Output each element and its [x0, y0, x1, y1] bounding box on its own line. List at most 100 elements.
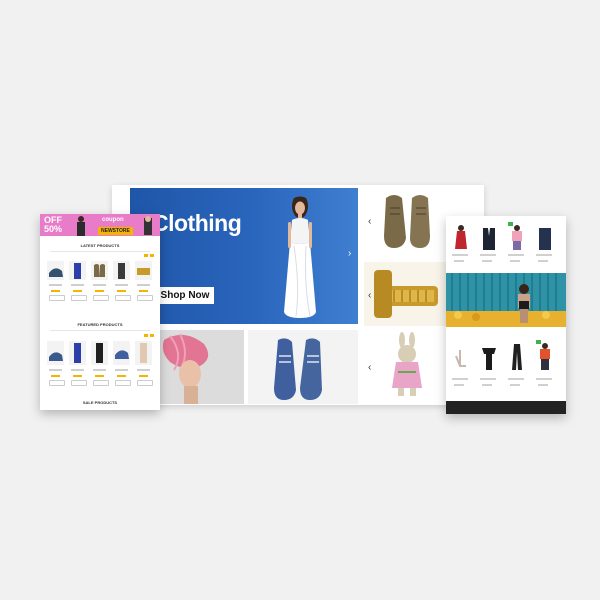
add-to-cart-button[interactable] — [71, 295, 87, 301]
pink-blouse-image — [512, 225, 522, 250]
product-card[interactable] — [113, 341, 130, 365]
product-card[interactable] — [536, 342, 554, 372]
carousel-next-button[interactable] — [150, 334, 154, 337]
product-name-line — [71, 369, 84, 371]
product-price-line — [538, 260, 548, 262]
carousel-next-button[interactable] — [150, 254, 154, 257]
product-image — [49, 268, 63, 277]
promo-model-image — [77, 216, 85, 236]
add-to-cart-button[interactable] — [137, 380, 153, 386]
product-price-line — [482, 260, 492, 262]
product-card[interactable] — [135, 341, 152, 365]
product-name-line — [508, 378, 524, 380]
brown-shoes-image — [384, 195, 430, 248]
add-to-cart-button[interactable] — [71, 380, 87, 386]
product-image — [49, 352, 63, 361]
product-name-line — [536, 378, 552, 380]
sale-products-heading: SALE PRODUCTS — [82, 400, 118, 405]
product-name-line — [49, 369, 62, 371]
product-image — [118, 263, 125, 279]
product-image — [115, 350, 129, 359]
add-to-cart-button[interactable] — [93, 295, 109, 301]
promo-banner[interactable]: OFF 50% coupon NEWSTORE — [40, 214, 160, 236]
gold-watch-image — [374, 270, 438, 318]
orange-top-image — [540, 343, 550, 370]
hero-banner[interactable]: Clothing Shop Now › — [130, 188, 358, 324]
product-price-line — [95, 290, 104, 292]
product-price-line — [95, 375, 104, 377]
product-card[interactable] — [508, 342, 526, 372]
add-to-cart-button[interactable] — [93, 380, 109, 386]
add-to-cart-button[interactable] — [115, 380, 131, 386]
product-card[interactable] — [508, 224, 526, 250]
black-tee-image — [482, 348, 496, 370]
product-image — [96, 343, 103, 363]
add-to-cart-button[interactable] — [49, 295, 65, 301]
shop-now-button[interactable]: Shop Now — [156, 287, 214, 304]
carousel-prev-button[interactable] — [144, 334, 148, 337]
product-card[interactable] — [536, 224, 554, 250]
thumb-prev-arrow-2[interactable]: ‹ — [368, 290, 371, 301]
carousel-prev-button[interactable] — [144, 254, 148, 257]
blue-sneakers-image — [274, 338, 322, 400]
promo-model-image-2 — [144, 216, 152, 235]
add-to-cart-button[interactable] — [49, 380, 65, 386]
shoes-thumbnail[interactable] — [364, 188, 454, 256]
product-card[interactable] — [47, 261, 64, 280]
product-card[interactable] — [480, 224, 498, 250]
promo-photo-banner[interactable] — [446, 273, 566, 327]
product-name-line — [452, 378, 468, 380]
product-card[interactable] — [47, 341, 64, 365]
watch-thumbnail[interactable] — [364, 262, 454, 326]
store-page-preview-right — [446, 216, 566, 414]
sneakers-thumbnail[interactable] — [248, 330, 358, 404]
product-name-line — [480, 254, 496, 256]
product-card[interactable] — [91, 261, 108, 280]
product-name-line — [480, 378, 496, 380]
product-price-line — [51, 290, 60, 292]
promo-off-text: OFF 50% — [44, 215, 63, 234]
thumb-prev-arrow-3[interactable]: ‹ — [368, 362, 371, 373]
product-name-line — [115, 284, 128, 286]
product-price-line — [454, 384, 464, 386]
product-card[interactable] — [69, 261, 86, 280]
add-to-cart-button[interactable] — [137, 295, 153, 301]
product-name-line — [137, 284, 150, 286]
product-card[interactable] — [135, 261, 152, 280]
product-price-line — [139, 290, 148, 292]
product-price-line — [51, 375, 60, 377]
coupon-code: NEWSTORE — [98, 227, 133, 235]
latest-products-heading: LATEST PRODUCTS — [80, 243, 120, 248]
product-name-line — [93, 284, 106, 286]
product-card[interactable] — [69, 341, 86, 365]
product-price-line — [117, 375, 126, 377]
product-name-line — [71, 284, 84, 286]
product-name-line — [115, 369, 128, 371]
fence-model-image — [446, 273, 566, 327]
product-name-line — [508, 254, 524, 256]
blazer-image — [539, 228, 551, 250]
product-card[interactable] — [480, 342, 498, 372]
product-image — [137, 268, 150, 275]
pink-hair-thumbnail[interactable] — [160, 330, 244, 404]
thumb-prev-arrow-1[interactable]: ‹ — [368, 216, 371, 227]
product-name-line — [137, 369, 150, 371]
product-card[interactable] — [452, 342, 470, 372]
add-to-cart-button[interactable] — [115, 295, 131, 301]
product-image — [74, 343, 81, 363]
product-price-line — [538, 384, 548, 386]
product-price-line — [117, 290, 126, 292]
sale-badge — [536, 340, 541, 344]
red-dress-image — [455, 225, 467, 249]
dark-footer-strip — [446, 401, 566, 414]
product-name-line — [93, 369, 106, 371]
coupon-label: coupon — [102, 217, 124, 223]
hero-title: Clothing — [152, 210, 242, 236]
product-price-line — [482, 384, 492, 386]
product-card[interactable] — [91, 341, 108, 365]
product-card[interactable] — [452, 224, 470, 250]
product-card[interactable] — [113, 261, 130, 280]
product-image — [74, 263, 81, 279]
toy-thumbnail[interactable] — [364, 332, 454, 402]
hero-next-arrow[interactable]: › — [348, 248, 351, 259]
